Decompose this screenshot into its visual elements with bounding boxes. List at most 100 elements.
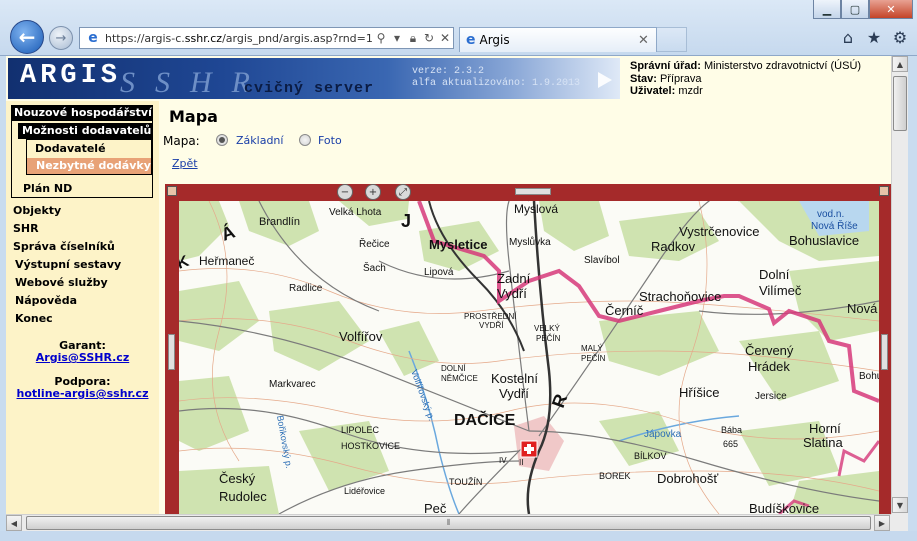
minimize-button[interactable]: ▁ [813, 0, 841, 19]
zoom-in-icon[interactable]: + [365, 184, 381, 200]
pan-up-handle[interactable] [515, 188, 551, 195]
pan-right-handle[interactable] [881, 334, 888, 370]
svg-text:HOSTKOVICE: HOSTKOVICE [341, 441, 400, 451]
sidebar-item-plan-nd[interactable]: Plán ND [23, 182, 72, 195]
back-link[interactable]: Zpět [172, 157, 198, 170]
sidebar-subsection-title[interactable]: Možnosti dodavatelů [18, 123, 152, 139]
url-prefix: https://argis-c. [105, 31, 185, 45]
location-marker-icon[interactable] [520, 440, 538, 458]
svg-text:Kostelní: Kostelní [491, 371, 538, 386]
svg-text:Český: Český [219, 471, 256, 486]
svg-text:Bába: Bába [721, 425, 742, 435]
map-frame: − + ⤢ Brandlín Velká Lhota Myslová Mysle… [165, 184, 891, 514]
url-domain: sshr.cz [184, 31, 223, 45]
settings-gear-icon[interactable]: ⚙ [891, 27, 909, 47]
sidebar-item-dodavatele[interactable]: Dodavatelé [35, 142, 106, 155]
zoom-out-icon[interactable]: − [337, 184, 353, 200]
vertical-scrollbar[interactable]: ▲ ▼ [891, 56, 908, 514]
sidebar-section-title[interactable]: Nouzové hospodářství [12, 105, 152, 121]
svg-text:Šach: Šach [363, 261, 386, 274]
svg-text:Hříšice: Hříšice [679, 385, 719, 400]
new-tab-button[interactable] [657, 27, 687, 52]
sidebar-item-konec[interactable]: Konec [15, 312, 53, 325]
svg-text:Radlice: Radlice [289, 283, 323, 294]
svg-text:Rudolec: Rudolec [219, 489, 267, 504]
refresh-icon[interactable]: ↻ [421, 31, 437, 45]
svg-text:Lipová: Lipová [424, 267, 454, 278]
garant-email-link[interactable]: Argis@SSHR.cz [36, 351, 129, 364]
svg-text:Myslová: Myslová [514, 202, 558, 216]
svg-text:Vydří: Vydří [497, 286, 527, 301]
search-icon[interactable]: ⚲ [373, 31, 389, 45]
svg-text:665: 665 [723, 439, 738, 449]
svg-text:Nová R: Nová R [847, 301, 879, 316]
close-window-button[interactable]: ✕ [869, 0, 913, 19]
svg-text:IV: IV [499, 456, 507, 465]
scroll-right-icon[interactable]: ▶ [874, 515, 890, 531]
svg-text:Horní: Horní [809, 421, 841, 436]
svg-text:Markvarec: Markvarec [269, 379, 316, 390]
window-controls: ▁ ▢ ✕ [813, 0, 913, 19]
svg-text:VELKÝ: VELKÝ [534, 324, 560, 333]
map-type-photo-label[interactable]: Foto [318, 134, 342, 147]
scroll-down-icon[interactable]: ▼ [892, 497, 908, 513]
topographic-map[interactable]: Brandlín Velká Lhota Myslová Mysletice M… [179, 201, 879, 514]
address-bar[interactable]: e https://argis-c.sshr.cz/argis_pnd/argi… [79, 27, 454, 49]
svg-text:Slavíbol: Slavíbol [584, 255, 620, 266]
svg-text:PROSTŘEDNÍ: PROSTŘEDNÍ [464, 312, 517, 321]
svg-text:MALÝ: MALÝ [581, 344, 603, 353]
home-icon[interactable]: ⌂ [839, 27, 857, 47]
version-info: verze: 2.3.2 alfa aktualizováno: 1.9.201… [412, 66, 580, 90]
lock-icon[interactable]: 🔒︎ [405, 31, 421, 46]
map-corner-ne[interactable] [879, 186, 889, 196]
browser-tools: ⌂ ★ ⚙ [839, 27, 909, 47]
scroll-left-icon[interactable]: ◀ [6, 515, 22, 531]
dropdown-icon[interactable]: ▾ [389, 31, 405, 45]
map-type-basic-label[interactable]: Základní [236, 134, 283, 147]
browser-tab[interactable]: e Argis ✕ [459, 27, 657, 52]
sidebar-item-nezbytne-dodavky[interactable]: Nezbytné dodávky [27, 158, 151, 174]
svg-text:Dobrohošť: Dobrohošť [657, 471, 718, 486]
svg-text:DOLNÍ: DOLNÍ [441, 364, 466, 373]
maximize-button[interactable]: ▢ [841, 0, 869, 19]
support-email-link[interactable]: hotline-argis@sshr.cz [17, 387, 149, 400]
svg-text:Lidéřovice: Lidéřovice [344, 486, 385, 496]
main-content: Mapa Mapa: Základní Foto Zpět − + ⤢ Bran… [159, 101, 891, 514]
back-arrow-icon: ← [18, 25, 36, 49]
map-type-photo-radio[interactable] [299, 134, 311, 146]
status-label: Stav: [630, 72, 657, 85]
sidebar-item-vystupni-sestavy[interactable]: Výstupní sestavy [15, 258, 121, 271]
sidebar-item-shr[interactable]: SHR [13, 222, 39, 235]
scroll-up-icon[interactable]: ▲ [892, 56, 908, 72]
svg-text:NĚMČICE: NĚMČICE [441, 374, 478, 383]
map-type-basic-radio[interactable] [216, 134, 228, 146]
session-info: Správní úřad: Ministerstvo zdravotnictví… [630, 60, 861, 98]
page-title: Mapa [169, 107, 218, 126]
vertical-scroll-thumb[interactable] [893, 76, 907, 131]
svg-text:Strachoňovice: Strachoňovice [639, 289, 721, 304]
ie-logo-icon: e [88, 30, 98, 46]
svg-text:Nová Říše: Nová Říše [811, 219, 858, 232]
svg-text:Vilímeč: Vilímeč [759, 283, 802, 298]
svg-text:J: J [401, 211, 411, 231]
sidebar-item-objekty[interactable]: Objekty [13, 204, 61, 217]
svg-text:DAČICE: DAČICE [454, 410, 516, 429]
map-corner-nw[interactable] [167, 186, 177, 196]
stop-icon[interactable]: ✕ [437, 31, 453, 45]
address-url[interactable]: https://argis-c.sshr.cz/argis_pnd/argis.… [105, 32, 373, 45]
favorites-star-icon[interactable]: ★ [865, 27, 883, 47]
url-path: /argis_pnd/argis.asp?rnd=15 [222, 31, 373, 45]
horizontal-scroll-thumb[interactable]: ⦀ [26, 516, 871, 530]
svg-text:Zadní: Zadní [497, 271, 531, 286]
back-button[interactable]: ← [10, 20, 44, 54]
svg-text:Vydří: Vydří [499, 386, 529, 401]
sidebar-item-webove-sluzby[interactable]: Webové služby [15, 276, 108, 289]
horizontal-scrollbar[interactable]: ◀ ⦀ ▶ [6, 514, 891, 531]
svg-text:PEČÍN: PEČÍN [536, 334, 561, 343]
sidebar-item-sprava-ciselniku[interactable]: Správa číselníků [13, 240, 115, 253]
sidebar-item-napoveda[interactable]: Nápověda [15, 294, 77, 307]
pan-left-handle[interactable] [168, 334, 175, 370]
tab-close-icon[interactable]: ✕ [638, 33, 656, 48]
forward-button[interactable]: → [49, 26, 73, 50]
zoom-extent-icon[interactable]: ⤢ [395, 184, 411, 200]
